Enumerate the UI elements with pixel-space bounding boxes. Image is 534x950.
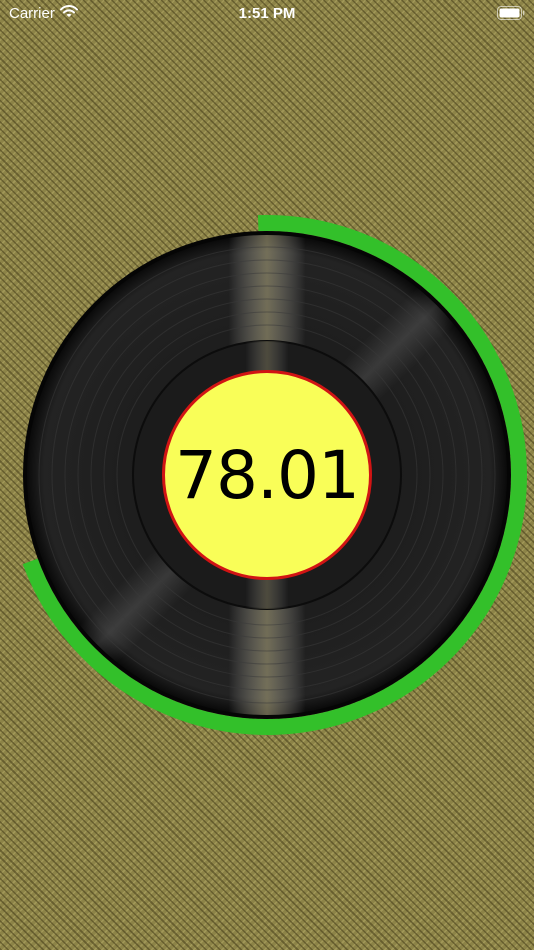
speed-readout-label: 78.01 (162, 370, 372, 580)
speed-value: 78.01 (175, 436, 360, 514)
status-time: 1:51 PM (238, 5, 296, 22)
status-bar: Carrier 1:51 PM (0, 0, 534, 30)
battery-icon (497, 6, 525, 24)
